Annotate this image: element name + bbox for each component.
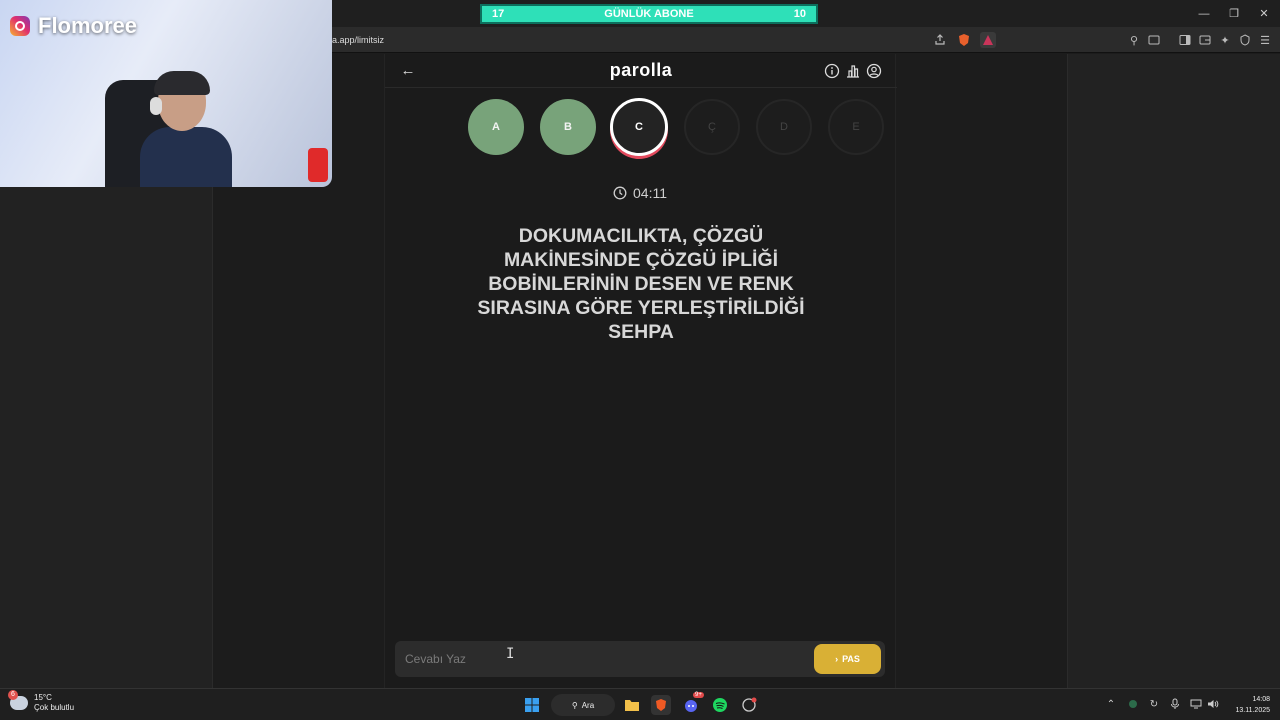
info-icon[interactable] [824,63,840,79]
streamer-name: Flomoree [38,13,138,38]
spotify-icon[interactable] [710,695,730,715]
webcam-overlay: Flomoree [0,0,332,187]
letter-progress: A B C Ç D E [465,96,885,166]
windows-start-icon[interactable] [522,695,542,715]
share-icon[interactable] [932,32,948,48]
weather-widget[interactable]: 6 15°C Çok bulutlu [8,690,75,713]
clock-date: 13.11.2025 [1235,707,1270,714]
search-label: Ara [581,700,595,710]
menu-icon[interactable]: ☰ [1257,32,1273,48]
instagram-handle: Flomoree [10,13,137,39]
file-explorer-icon[interactable] [622,695,642,715]
url-field[interactable]: a.app/limitsiz [332,27,384,53]
app-logo: parolla [609,60,673,80]
sidebar-toggle-icon[interactable] [1177,32,1193,48]
timer: 04:11 [385,185,895,201]
letter-a: A [468,99,524,155]
sync-icon[interactable]: ↻ [1147,697,1161,711]
letter-c-cedilla: Ç [684,99,740,155]
letter-b: B [540,99,596,155]
taskbar-search[interactable]: ⚲ Ara [551,694,615,716]
brave-browser-icon[interactable] [651,695,671,715]
vpn-icon[interactable] [1237,32,1253,48]
letter-e: E [828,99,884,155]
restore-button[interactable]: ❐ [1218,0,1250,27]
brave-rewards-icon[interactable] [980,32,996,48]
discord-icon[interactable]: 9+ [681,692,704,715]
goal-label: GÜNLÜK ABONE [604,8,694,20]
chevron-right-icon: › [835,654,839,664]
parolla-app: ← parolla A B C Ç D E 04:11 DOKUMACILIKT… [384,54,897,688]
pass-label: PAS [842,654,860,664]
windows-taskbar: 6 15°C Çok bulutlu ⚲ Ara 9+ ⌃ ↻ 14:08 13… [0,688,1280,720]
answer-input[interactable] [405,645,805,673]
microphone-icon[interactable] [1168,697,1182,711]
taskbar-clock[interactable]: 14:08 13.11.2025 [1228,694,1270,716]
weather-badge: 6 [8,690,18,700]
clock-icon [613,186,627,200]
close-button[interactable]: ✕ [1248,0,1280,27]
minimize-button[interactable]: — [1188,0,1220,27]
letter-c-current: C [610,98,668,156]
question-text: DOKUMACILIKTA, ÇÖZGÜ MAKİNESİNDE ÇÖZGÜ İ… [477,225,805,343]
app-header: ← parolla [385,54,897,88]
instagram-icon [10,16,30,36]
extensions-icon[interactable]: ⚲ [1126,32,1142,48]
network-icon[interactable] [1189,697,1203,711]
weather-desc: Çok bulutlu [34,703,75,712]
timer-value: 04:11 [633,185,667,201]
answer-bar: › PAS [395,641,885,677]
search-icon: ⚲ [571,700,578,710]
letter-d: D [756,99,812,155]
goal-target: 10 [793,8,806,20]
text-cursor-icon: I [506,646,515,662]
streamer [140,71,250,187]
app-icon[interactable] [739,695,759,715]
volume-icon[interactable] [1206,697,1220,711]
pass-button[interactable]: › PAS [814,644,881,674]
tab-manager-icon[interactable] [1197,32,1213,48]
tray-overflow-icon[interactable]: ⌃ [1104,697,1118,711]
microphone [308,148,328,182]
clock-time: 14:08 [1252,696,1270,703]
stats-icon[interactable] [845,63,861,79]
tray-app-icon[interactable] [1126,697,1140,711]
goal-current: 17 [492,8,505,20]
leo-ai-icon[interactable]: ✦ [1217,32,1233,48]
wallet-icon[interactable] [1146,32,1162,48]
weather-temp: 15°C [34,693,52,702]
subscriber-goal-bar: 17 GÜNLÜK ABONE 10 [480,4,818,24]
profile-icon[interactable] [866,63,882,79]
brave-shields-icon[interactable] [956,32,972,48]
cloud-icon: 6 [8,690,28,710]
discord-badge: 9+ [693,692,704,698]
right-gutter [1067,54,1280,688]
